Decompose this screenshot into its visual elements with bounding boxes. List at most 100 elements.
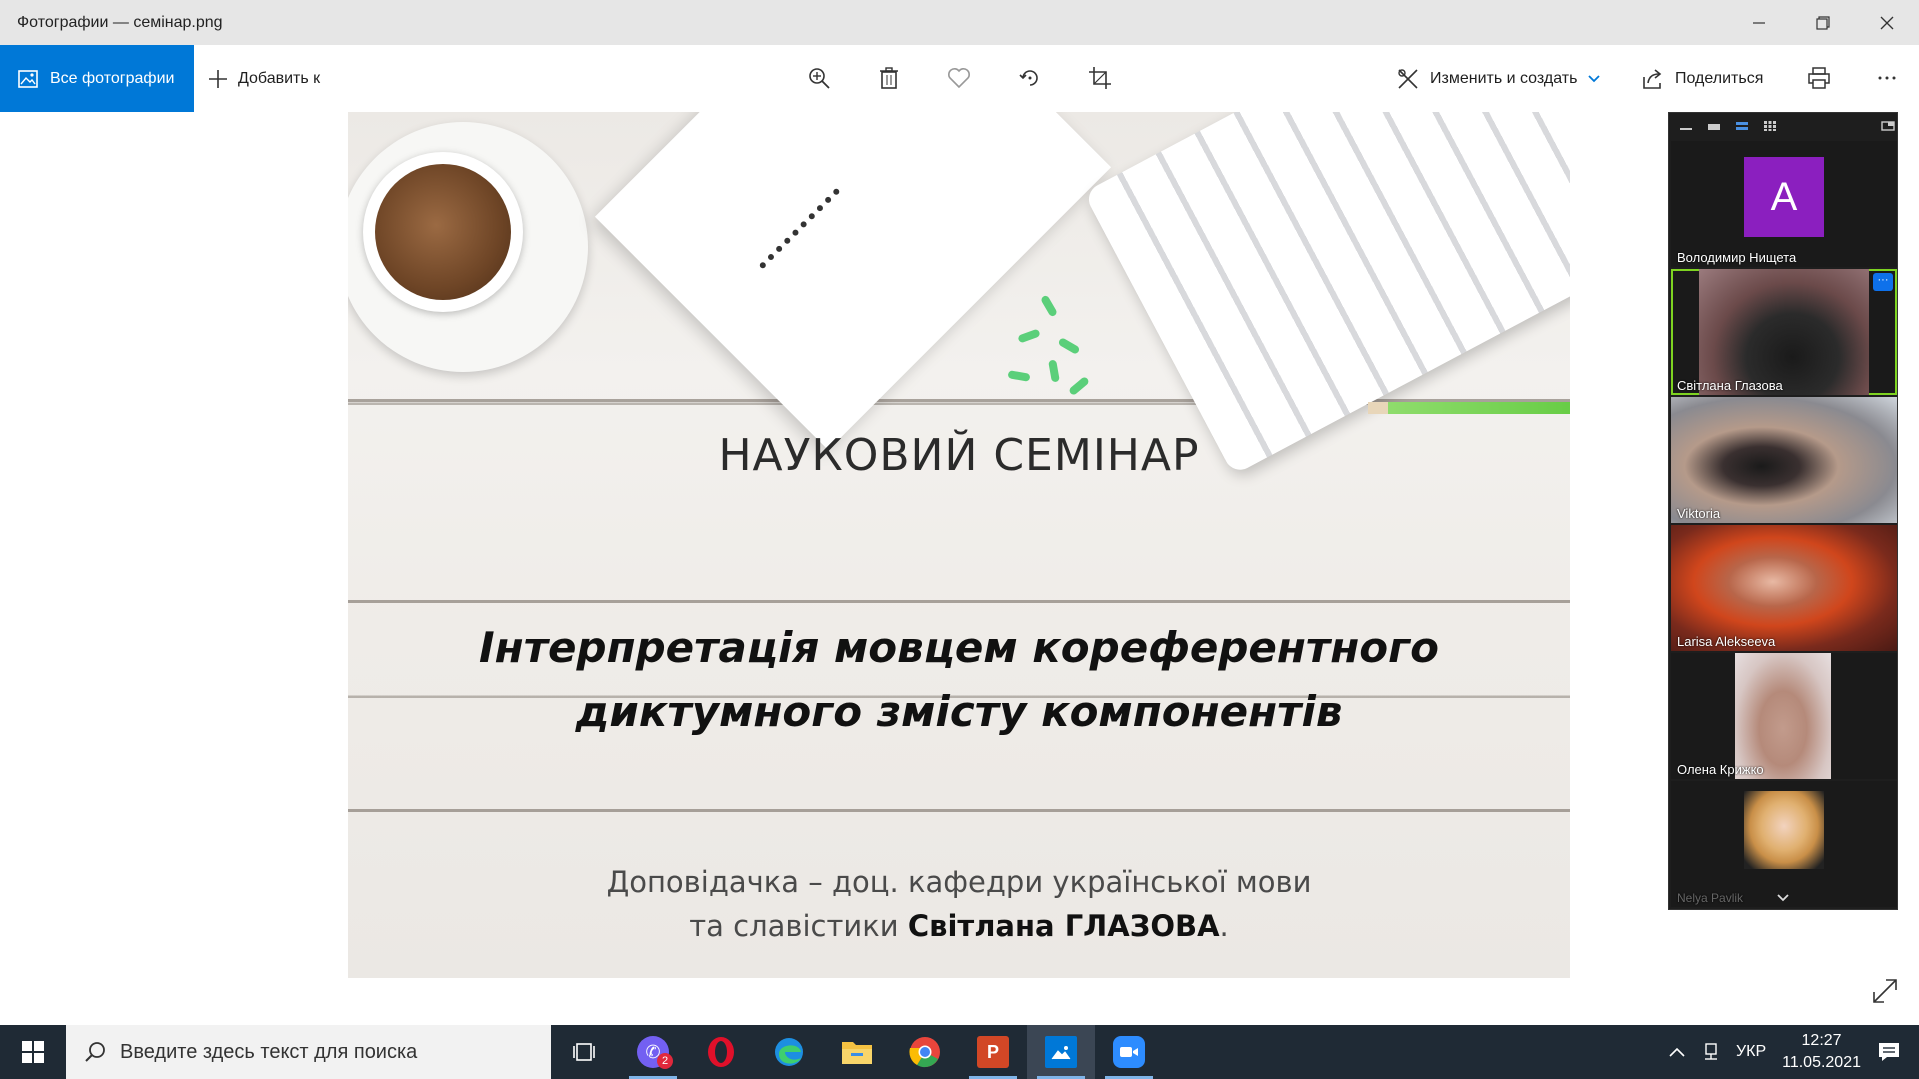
notification-badge: 2 xyxy=(657,1053,673,1069)
scroll-down-button[interactable] xyxy=(1669,887,1897,909)
minimize-view-icon[interactable] xyxy=(1679,121,1693,131)
edge-icon xyxy=(773,1036,805,1068)
zoom-app[interactable] xyxy=(1095,1025,1163,1079)
coffee-cup-image xyxy=(348,122,588,372)
participant-tile-active-speaker[interactable]: ··· Світлана Глазова xyxy=(1671,269,1897,395)
opera-icon xyxy=(705,1036,737,1068)
participant-name: Володимир Нищета xyxy=(1677,250,1797,265)
share-label: Поделиться xyxy=(1675,69,1764,87)
restore-button[interactable] xyxy=(1791,0,1855,45)
participant-tile[interactable]: Олена Крижко xyxy=(1671,653,1897,779)
participant-video xyxy=(1735,653,1831,779)
strip-view-icon[interactable] xyxy=(1735,121,1749,131)
pencil-image xyxy=(1368,402,1570,414)
favorite-button[interactable] xyxy=(944,63,974,93)
slide-speaker: Доповідачка – доц. кафедри української м… xyxy=(348,860,1570,948)
powerpoint-app[interactable]: P xyxy=(959,1025,1027,1079)
edge-app[interactable] xyxy=(755,1025,823,1079)
rotate-button[interactable] xyxy=(1015,63,1045,93)
chevron-down-icon xyxy=(1777,894,1789,902)
speaker-name: Світлана ГЛАЗОВА xyxy=(907,909,1220,943)
rotate-icon xyxy=(1019,70,1038,86)
chrome-app[interactable] xyxy=(891,1025,959,1079)
edit-create-button[interactable]: Изменить и создать xyxy=(1396,45,1601,112)
all-photos-button[interactable]: Все фотографии xyxy=(0,45,194,112)
slide-topic: Інтерпретація мовцем кореферентного дикт… xyxy=(348,616,1570,744)
topic-line-2: диктумного змісту компонентів xyxy=(575,687,1343,736)
edit-create-label: Изменить и создать xyxy=(1430,69,1578,87)
photo-viewer-image: НАУКОВИЙ СЕМІНАР Інтерпретація мовцем ко… xyxy=(348,112,1570,978)
slide-heading: НАУКОВИЙ СЕМІНАР xyxy=(718,430,1200,481)
participant-video xyxy=(1671,525,1897,651)
edit-create-icon xyxy=(1398,68,1418,89)
crop-icon xyxy=(1089,67,1111,89)
speaker-line-2: та славістики Світлана ГЛАЗОВА. xyxy=(348,904,1570,948)
gallery-view-icon[interactable] xyxy=(1763,121,1777,131)
system-tray: УКР 12:27 11.05.2021 xyxy=(1668,1025,1919,1079)
participant-tile[interactable]: Viktoria xyxy=(1671,397,1897,523)
wood-plank-line xyxy=(348,600,1570,603)
network-icon[interactable] xyxy=(1702,1042,1720,1062)
file-explorer-app[interactable] xyxy=(823,1025,891,1079)
exit-fullscreen-icon[interactable] xyxy=(1881,121,1895,131)
restore-icon xyxy=(1816,15,1830,30)
zoom-in-icon xyxy=(809,68,830,89)
speaker-view-icon[interactable] xyxy=(1707,121,1721,131)
photos-toolbar: Все фотографии Добавить к Изменить и соз… xyxy=(0,45,1919,112)
taskbar-search-box[interactable]: Введите здесь текст для поиска xyxy=(66,1025,551,1079)
topic-line-1: Інтерпретація мовцем кореферентного xyxy=(479,623,1439,672)
participant-tile[interactable]: Larisa Alekseeva xyxy=(1671,525,1897,651)
powerpoint-icon: P xyxy=(977,1036,1009,1068)
zoom-video-icon xyxy=(1113,1036,1145,1068)
push-pins-image xyxy=(998,292,1118,412)
notifications-icon[interactable] xyxy=(1877,1041,1901,1063)
close-button[interactable] xyxy=(1855,0,1919,45)
more-button[interactable] xyxy=(1872,63,1902,93)
panel-view-controls xyxy=(1669,113,1897,139)
keyboard-language[interactable]: УКР xyxy=(1736,1043,1766,1061)
windows-logo-icon xyxy=(22,1041,44,1063)
print-icon xyxy=(1808,67,1830,89)
chevron-down-icon xyxy=(1588,74,1601,82)
crop-button[interactable] xyxy=(1085,63,1115,93)
participant-video xyxy=(1699,269,1869,395)
print-button[interactable] xyxy=(1804,63,1834,93)
zoom-in-button[interactable] xyxy=(804,63,834,93)
opera-app[interactable] xyxy=(687,1025,755,1079)
participant-name: Larisa Alekseeva xyxy=(1677,634,1776,649)
start-button[interactable] xyxy=(0,1025,66,1079)
participant-photo xyxy=(1744,791,1824,869)
title-bar: Фотографии — семінар.png xyxy=(0,0,1919,45)
favorite-icon xyxy=(948,68,970,89)
folder-icon xyxy=(841,1036,873,1068)
minimize-icon xyxy=(1753,21,1765,24)
keyboard-image xyxy=(1083,112,1570,476)
participant-tile[interactable]: A Володимир Нищета xyxy=(1671,141,1897,267)
clock-date: 11.05.2021 xyxy=(1782,1054,1861,1071)
clock-time: 12:27 xyxy=(1801,1032,1842,1049)
speaker-suffix: . xyxy=(1219,909,1229,943)
participant-avatar: A xyxy=(1744,157,1824,237)
minimize-button[interactable] xyxy=(1727,0,1791,45)
viber-app[interactable]: ✆ 2 xyxy=(619,1025,687,1079)
task-view-button[interactable] xyxy=(551,1025,619,1079)
show-hidden-icons-icon[interactable] xyxy=(1668,1046,1686,1058)
search-placeholder: Введите здесь текст для поиска xyxy=(120,1040,418,1063)
share-button[interactable]: Поделиться xyxy=(1641,45,1763,112)
add-to-label: Добавить к xyxy=(238,69,321,87)
wood-plank-line xyxy=(348,809,1570,812)
delete-button[interactable] xyxy=(874,63,904,93)
plus-icon xyxy=(209,69,227,88)
expand-icon[interactable] xyxy=(1870,976,1900,1006)
task-view-icon xyxy=(573,1043,595,1061)
clock[interactable]: 12:27 11.05.2021 xyxy=(1782,1030,1861,1074)
delete-icon xyxy=(880,67,898,89)
add-to-button[interactable]: Добавить к xyxy=(208,45,320,112)
window-title: Фотографии — семінар.png xyxy=(17,13,223,31)
share-icon xyxy=(1643,68,1662,89)
photos-app[interactable] xyxy=(1027,1025,1095,1079)
all-photos-label: Все фотографии xyxy=(50,69,175,87)
participant-name: Олена Крижко xyxy=(1677,762,1764,777)
participant-video xyxy=(1671,397,1897,523)
participant-more-button[interactable]: ··· xyxy=(1873,273,1893,291)
